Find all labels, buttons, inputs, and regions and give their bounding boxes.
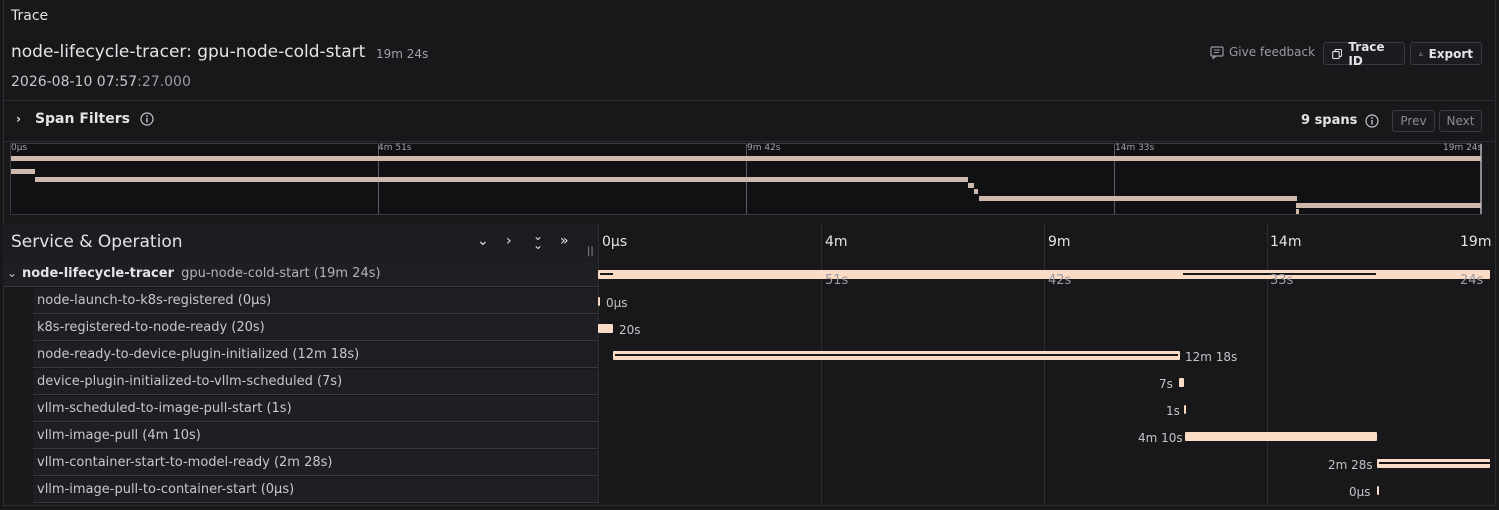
span-duration-label: 1s [1166,404,1180,418]
minimap-span [974,189,978,194]
minimap-tick: 9m 42s [747,143,781,153]
trace-date: 2026-08-10 07:57 [11,74,138,90]
minimap-grid-line [1114,144,1115,214]
minimap-span [35,177,968,182]
timeline-tick-sub: 33s [1270,273,1294,288]
double-chevron-down-icon[interactable]: ⌄ ⌄ [533,230,543,251]
timeline-tick: 14m [1270,234,1302,250]
trace-title: node-lifecycle-tracer: gpu-node-cold-sta… [11,42,366,62]
span-overlay-line [600,273,613,275]
minimap-tick: 0µs [11,143,28,153]
info-icon [1365,113,1379,128]
timeline-tick: 19m [1460,234,1492,250]
timeline-tick-sub: 24s [1460,273,1484,288]
timeline-tick-sub: 51s [825,273,849,288]
timeline-grid-line [1044,224,1045,505]
chevron-right-icon: › [16,112,21,126]
span-duration-label: 12m 18s [1185,350,1238,364]
timeline-grid-line [821,224,822,505]
root-span-label: node-lifecycle-tracer gpu-node-cold-star… [22,266,381,282]
span-count-label: 9 spans [1301,113,1358,128]
next-button[interactable]: Next [1439,110,1482,132]
minimap-tick: 19m 24s [1443,143,1483,153]
span-bar[interactable] [1184,405,1186,414]
feedback-icon [1210,45,1224,59]
copy-icon [1332,48,1343,59]
trace-minimap[interactable] [10,143,1482,215]
timeline-grid-line [1267,224,1268,505]
span-filters-toggle[interactable]: › Span Filters [16,111,154,127]
span-row[interactable]: node-ready-to-device-plugin-initialized … [33,342,598,368]
span-bar[interactable] [1377,486,1379,495]
minimap-span [1296,209,1299,214]
chevron-down-icon[interactable]: ⌄ [7,266,17,280]
export-button[interactable]: Export [1410,42,1482,65]
timeline-tick: 0µs [602,234,628,250]
minimap-tick: 4m 51s [378,143,412,153]
span-bar[interactable] [598,297,600,306]
span-duration-label: 2m 28s [1328,458,1373,472]
span-overlay-line [615,354,1178,356]
trace-start-time: 2026-08-10 07:57:27.000 [11,74,191,90]
resize-handle-icon[interactable]: || [587,246,594,257]
span-row[interactable]: vllm-image-pull (4m 10s) [33,423,598,449]
span-row[interactable]: vllm-image-pull-to-container-start (0µs) [33,477,598,503]
double-chevron-right-icon[interactable]: » [560,233,569,249]
span-duration-label: 20s [619,323,641,337]
span-row[interactable]: vllm-scheduled-to-image-pull-start (1s) [33,396,598,422]
root-service-name: node-lifecycle-tracer [22,266,174,281]
span-row[interactable]: device-plugin-initialized-to-vllm-schedu… [33,369,598,395]
root-operation-name: gpu-node-cold-start (19m 24s) [181,266,381,281]
span-duration-label: 0µs [606,296,628,310]
panel-title: Trace [11,8,49,24]
span-row[interactable]: node-launch-to-k8s-registered (0µs) [33,288,598,314]
minimap-span [11,169,35,174]
span-count: 9 spans [1301,113,1379,128]
divider [3,141,1494,142]
trace-id-button[interactable]: Trace ID [1323,39,1405,68]
prev-button[interactable]: Prev [1392,110,1435,132]
export-label: Export [1428,46,1473,61]
span-bar[interactable] [598,324,613,333]
minimap-span [11,156,1481,161]
chevron-right-icon[interactable]: › [506,233,512,249]
upload-icon [1419,51,1423,56]
span-overlay-line [1379,462,1490,464]
span-duration-label: 4m 10s [1138,431,1183,445]
trace-id-label: Trace ID [1348,39,1385,68]
give-feedback-link[interactable]: Give feedback [1210,45,1315,59]
span-filters-label: Span Filters [34,111,130,127]
feedback-label: Give feedback [1229,45,1316,59]
trace-duration: 19m 24s [376,47,429,61]
span-bar[interactable] [1185,432,1377,441]
timeline-tick-sub: 42s [1048,273,1072,288]
span-row[interactable]: vllm-container-start-to-model-ready (2m … [33,450,598,476]
service-operation-title: Service & Operation [11,232,183,252]
span-duration-label: 0µs [1349,485,1371,499]
timeline-ticks-header [598,224,1494,261]
span-bar[interactable] [1179,378,1184,387]
timeline-tick: 4m [825,234,848,250]
minimap-span [968,183,974,188]
minimap-span [979,196,1297,201]
trace-date-seconds: :27.000 [137,74,191,90]
chevron-down-icon[interactable]: ⌄ [477,233,489,249]
info-icon [140,112,154,126]
span-row[interactable]: k8s-registered-to-node-ready (20s) [33,315,598,341]
divider [3,100,1494,101]
timeline-tick: 9m [1048,234,1071,250]
minimap-tick: 14m 33s [1115,143,1155,153]
timeline-grid-line [598,224,599,505]
span-duration-label: 7s [1159,377,1173,391]
minimap-span [1296,203,1481,208]
